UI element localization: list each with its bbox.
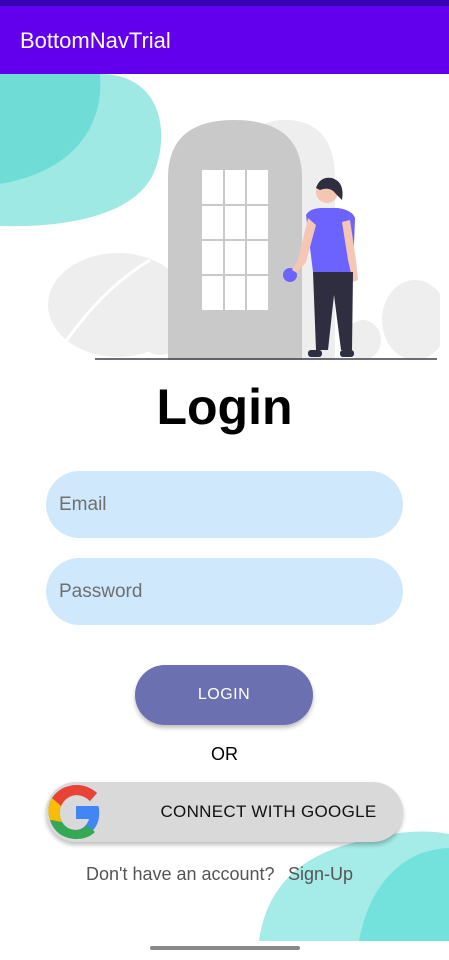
- gesture-nav-handle[interactable]: [150, 946, 300, 950]
- signup-prompt-text: Don't have an account?: [86, 864, 275, 884]
- login-heading: Login: [156, 379, 293, 435]
- google-logo-icon: [48, 785, 100, 839]
- door-person-illustration: [48, 120, 440, 360]
- google-button-label: CONNECT WITH GOOGLE: [160, 802, 377, 821]
- connect-google-button[interactable]: CONNECT WITH GOOGLE: [46, 782, 403, 842]
- password-field[interactable]: [46, 558, 403, 625]
- or-separator: OR: [211, 744, 238, 764]
- signup-link[interactable]: Sign-Up: [288, 864, 353, 885]
- login-button[interactable]: LOGIN: [135, 665, 313, 725]
- email-field[interactable]: [46, 471, 403, 538]
